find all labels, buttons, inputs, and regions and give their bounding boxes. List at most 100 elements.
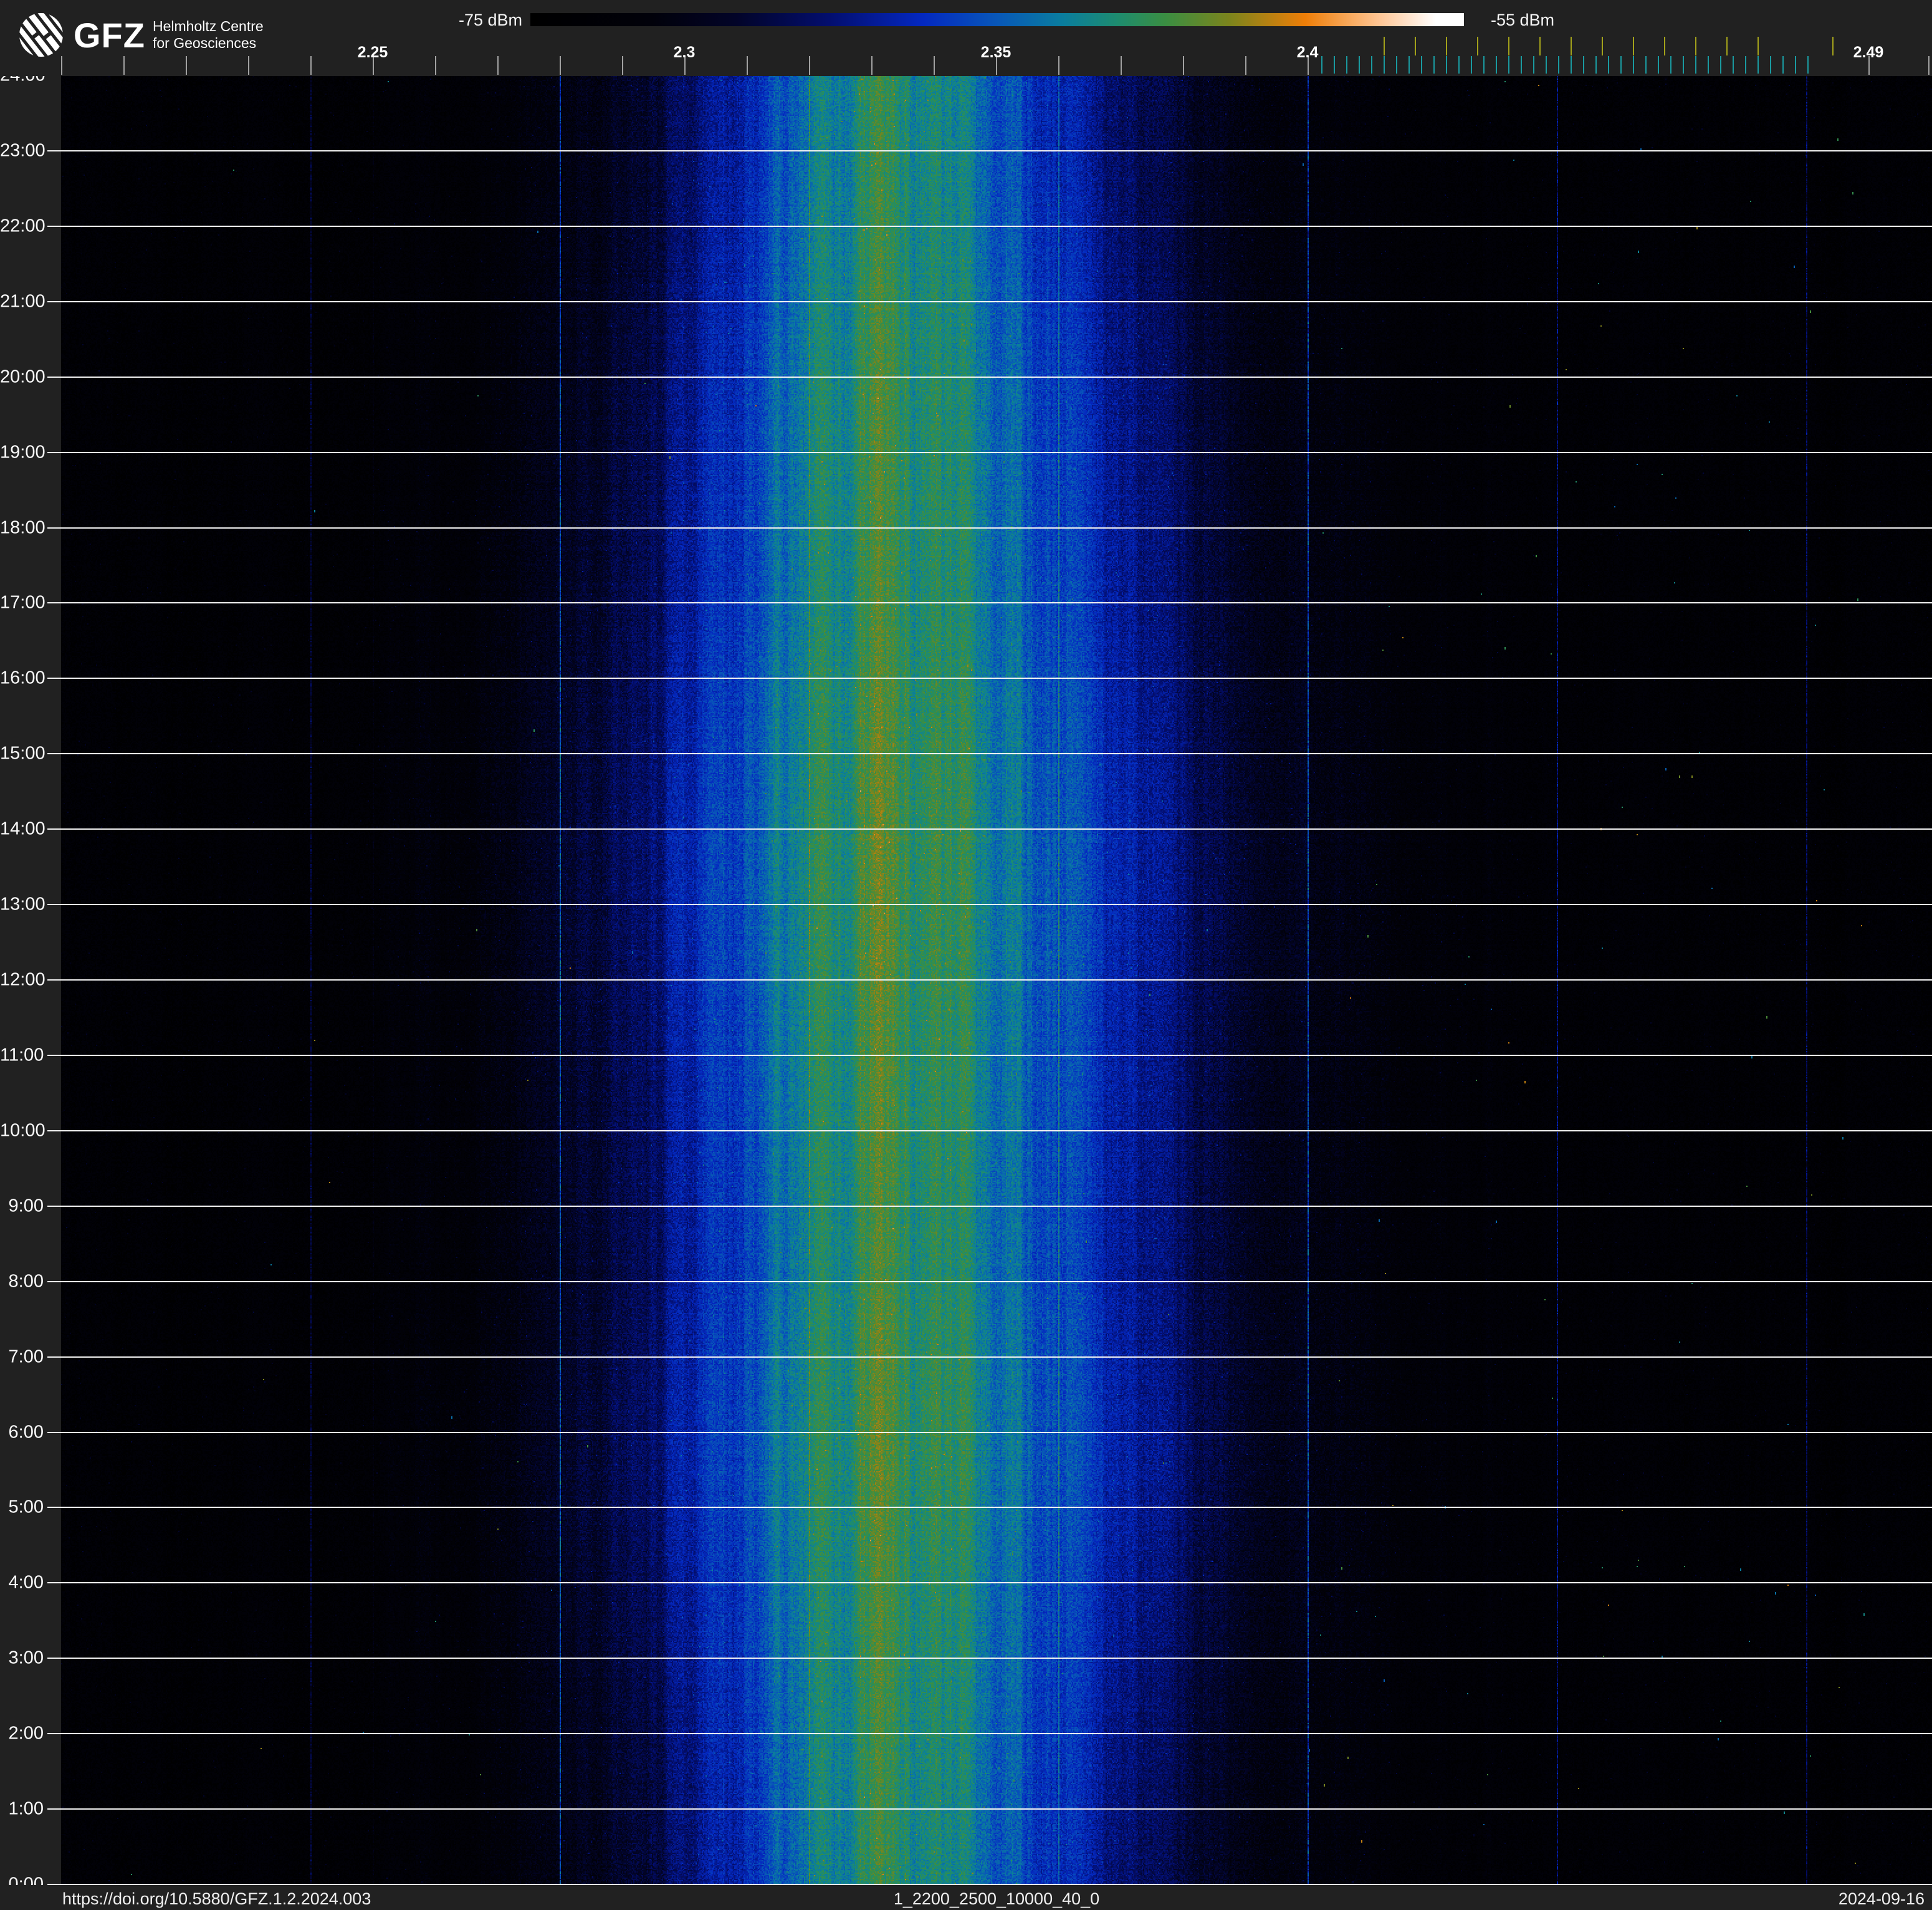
colorbar-gradient [530,13,1464,26]
hour-gridline [47,1733,1932,1735]
freq-tick [1183,56,1184,75]
marker-tick-teal [1496,56,1497,74]
marker-tick-teal [1546,56,1547,74]
time-label: 6:00 [8,1422,44,1442]
marker-tick-teal [1359,56,1360,74]
dataset-label: 1_2200_2500_10000_40_0 [893,1889,1100,1908]
time-label: 23:00 [0,140,45,161]
freq-tick [871,56,873,75]
marker-tick-teal [1421,56,1422,74]
time-label: 13:00 [0,894,45,914]
marker-tick-teal [1558,56,1559,74]
time-label: 21:00 [0,291,45,312]
time-label: 11:00 [0,1045,44,1065]
footer-bar: https://doi.org/10.5880/GFZ.1.2.2024.003… [0,1885,1932,1910]
freq-tick [622,56,623,75]
freq-tick [310,56,312,75]
marker-tick-teal [1408,56,1410,74]
freq-tick [560,56,561,75]
hour-gridline [47,1054,1932,1056]
hour-gridline [47,300,1932,302]
time-label: 10:00 [0,1120,45,1141]
freq-label: 2.3 [673,44,696,61]
marker-tick-yellow [1446,37,1447,55]
marker-tick-teal [1733,56,1734,74]
marker-tick-yellow [1384,37,1385,55]
time-label: 19:00 [0,442,45,463]
freq-tick [123,56,125,75]
freq-label: 2.35 [980,44,1011,61]
freq-tick [61,56,62,75]
time-label: 12:00 [0,969,45,990]
time-label: 9:00 [8,1196,44,1216]
time-label: 20:00 [0,367,45,387]
time-label: 3:00 [8,1648,44,1668]
marker-tick-yellow [1664,37,1665,55]
marker-tick-teal [1807,56,1809,74]
freq-tick [934,56,935,75]
marker-tick-yellow [1415,37,1416,55]
marker-tick-teal [1521,56,1522,74]
marker-tick-yellow [1832,37,1834,55]
marker-tick-teal [1471,56,1472,74]
hour-gridline [47,527,1932,529]
freq-tick [497,56,499,75]
time-label: 5:00 [8,1497,44,1517]
marker-tick-teal [1683,56,1684,74]
freq-tick [1121,56,1122,75]
time-label: 18:00 [0,517,45,537]
time-label: 1:00 [8,1798,44,1819]
marker-tick-teal [1384,56,1385,74]
marker-tick-teal [1708,56,1709,74]
hour-gridline [47,904,1932,906]
marker-tick-teal [1608,56,1609,74]
hour-gridline [47,753,1932,755]
marker-tick-teal [1645,56,1647,74]
brand-subtitle: Helmholtz Centre for Geosciences [153,18,264,52]
freq-tick [1928,56,1930,75]
freq-label: 2.49 [1853,44,1884,61]
marker-tick-teal [1334,56,1335,74]
freq-tick [248,56,249,75]
time-label: 17:00 [0,592,45,613]
marker-tick-teal [1371,56,1372,74]
marker-tick-yellow [1726,37,1728,55]
hour-gridline [47,1280,1932,1282]
header-bar: GFZ Helmholtz Centre for Geosciences -75… [0,0,1932,76]
marker-tick-teal [1658,56,1659,74]
hour-gridline [47,376,1932,378]
hour-gridline [47,828,1932,830]
freq-tick [809,56,810,75]
time-label: 4:00 [8,1572,44,1593]
date-label: 2024-09-16 [1838,1889,1925,1908]
hour-gridline [47,1356,1932,1358]
marker-tick-teal [1757,56,1759,74]
brand-subtitle-line1: Helmholtz Centre [152,18,264,34]
brand-subtitle-line2: for Geosciences [152,35,257,51]
marker-tick-teal [1458,56,1460,74]
marker-tick-yellow [1477,37,1478,55]
marker-tick-teal [1571,56,1572,74]
hour-gridline [47,1130,1932,1131]
marker-tick-yellow [1757,37,1759,55]
colorbar-max-label: -55 dBm [1491,11,1555,29]
freq-label: 2.4 [1296,44,1319,61]
marker-tick-yellow [1633,37,1634,55]
marker-tick-teal [1533,56,1534,74]
hour-gridline [47,1431,1932,1433]
brand-name: GFZ [74,15,145,55]
hour-gridline [47,225,1932,227]
marker-tick-yellow [1695,37,1696,55]
hour-gridline [47,1808,1932,1810]
time-label: 22:00 [0,216,45,236]
marker-tick-yellow [1571,37,1572,55]
freq-tick [435,56,436,75]
marker-tick-yellow [1539,37,1541,55]
marker-tick-teal [1720,56,1721,74]
freq-tick [747,56,748,75]
hour-gridline [47,678,1932,679]
marker-tick-teal [1483,56,1485,74]
freq-label: 2.25 [357,44,388,61]
hour-gridline [47,979,1932,981]
hour-gridline [47,1658,1932,1659]
